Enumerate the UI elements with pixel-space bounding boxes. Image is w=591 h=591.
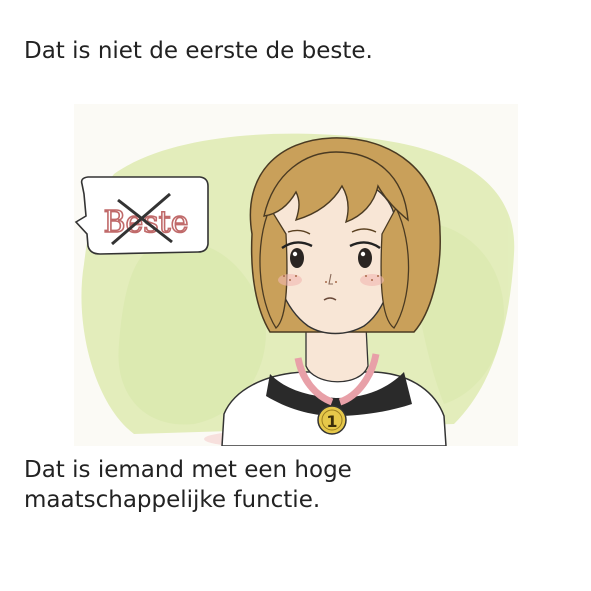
illustration: Beste 1 — [74, 104, 518, 446]
caption-top: Dat is niet de eerste de beste. — [24, 38, 373, 64]
caption-bottom: Dat is iemand met een hoge maatschappeli… — [24, 457, 352, 513]
speech-bubble: Beste — [74, 176, 209, 255]
neck — [305, 325, 369, 383]
illustration-drawing: Beste 1 — [74, 104, 518, 446]
medal-number: 1 — [326, 412, 337, 431]
